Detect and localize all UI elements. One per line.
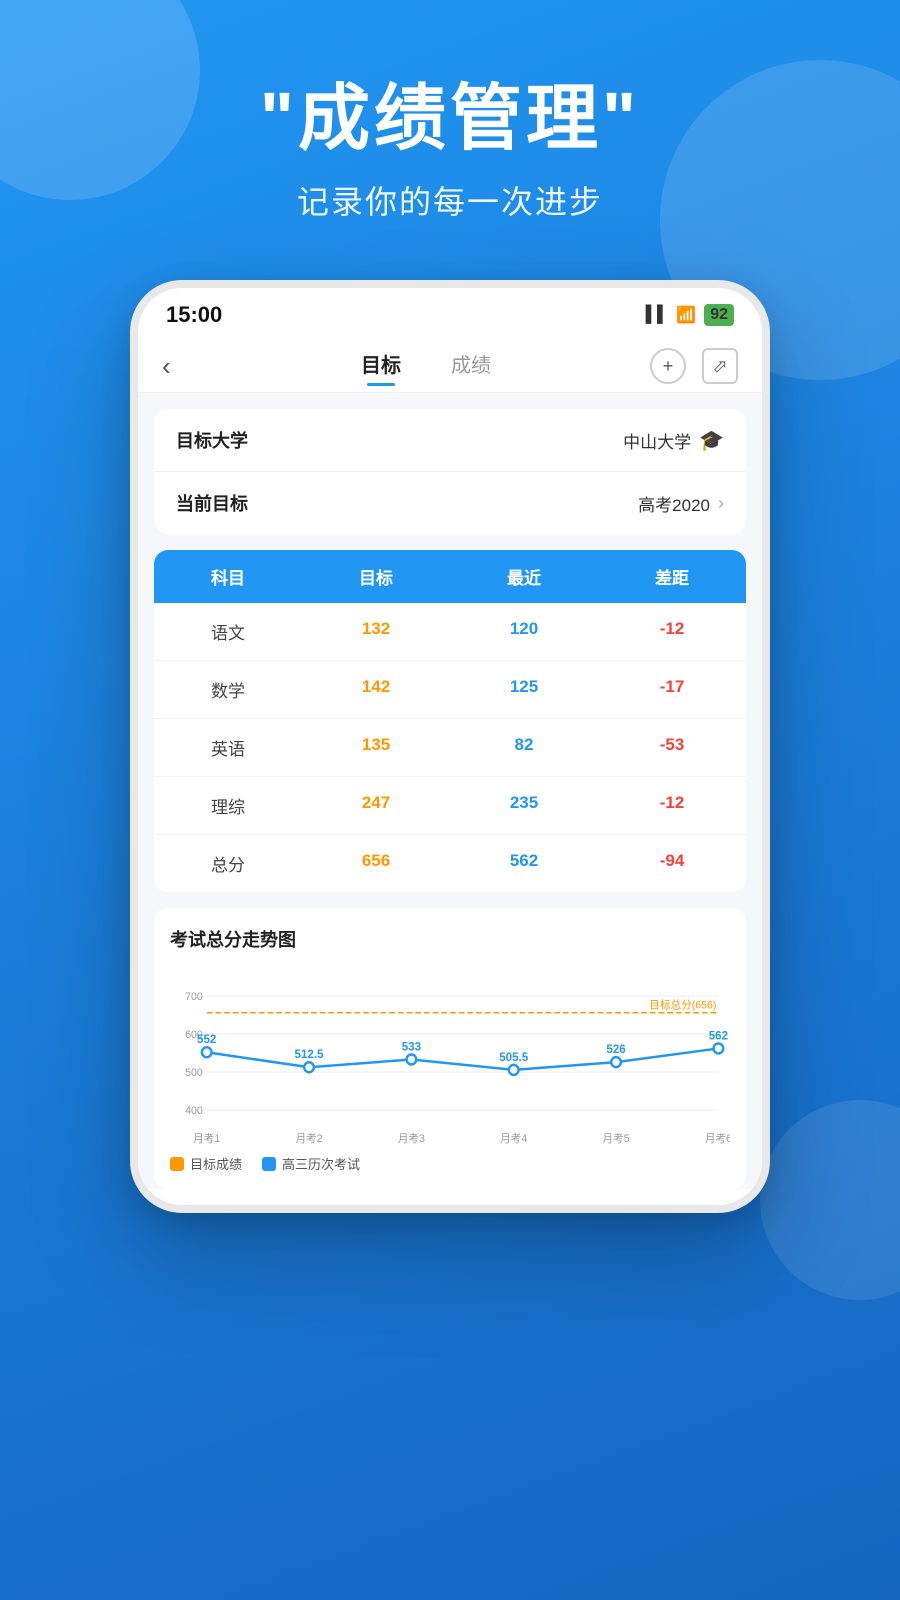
score-table: 科目 目标 最近 差距 语文 132 120 -12 数学 142 125 -1… bbox=[154, 550, 746, 892]
table-body: 语文 132 120 -12 数学 142 125 -17 英语 135 82 … bbox=[154, 603, 746, 892]
svg-text:505.5: 505.5 bbox=[499, 1051, 528, 1064]
phone-frame: 15:00 ▌▌ 📶 92 ‹ 目标 成绩 + ⬀ bbox=[130, 280, 770, 1213]
cell-diff: -12 bbox=[598, 793, 746, 818]
goal-row[interactable]: 当前目标 高考2020 › bbox=[154, 472, 746, 534]
svg-text:400: 400 bbox=[185, 1105, 203, 1117]
header-subject: 科目 bbox=[154, 564, 302, 589]
tab-target[interactable]: 目标 bbox=[361, 349, 401, 384]
svg-text:月考5: 月考5 bbox=[603, 1132, 630, 1145]
status-bar: 15:00 ▌▌ 📶 92 bbox=[138, 288, 762, 336]
status-time: 15:00 bbox=[166, 302, 222, 328]
legend-color bbox=[262, 1157, 276, 1171]
cell-recent: 125 bbox=[450, 677, 598, 702]
goal-value: 高考2020 › bbox=[638, 491, 724, 516]
share-button[interactable]: ⬀ bbox=[702, 348, 738, 384]
cell-target: 132 bbox=[302, 619, 450, 644]
hero-title: "成绩管理" bbox=[0, 80, 900, 159]
chevron-right-icon: › bbox=[718, 493, 724, 514]
add-button[interactable]: + bbox=[650, 348, 686, 384]
goal-name: 高考2020 bbox=[638, 491, 710, 516]
battery-indicator: 92 bbox=[704, 304, 734, 326]
status-icons: ▌▌ 📶 92 bbox=[646, 304, 734, 326]
legend-item: 目标成绩 bbox=[170, 1154, 242, 1173]
info-card: 目标大学 中山大学 🎓 当前目标 高考2020 › bbox=[154, 409, 746, 534]
chart-area: 400500600700目标总分(656)552月考1512.5月考2533月考… bbox=[170, 966, 730, 1146]
table-row: 语文 132 120 -12 bbox=[154, 603, 746, 661]
svg-text:552: 552 bbox=[197, 1033, 217, 1046]
cell-recent: 235 bbox=[450, 793, 598, 818]
university-icon: 🎓 bbox=[699, 428, 724, 453]
chart-svg: 400500600700目标总分(656)552月考1512.5月考2533月考… bbox=[170, 966, 730, 1146]
cell-diff: -17 bbox=[598, 677, 746, 702]
legend-item: 高三历次考试 bbox=[262, 1154, 360, 1173]
legend-label: 目标成绩 bbox=[190, 1154, 242, 1173]
cell-target: 656 bbox=[302, 851, 450, 876]
cell-diff: -53 bbox=[598, 735, 746, 760]
cell-recent: 562 bbox=[450, 851, 598, 876]
content-area: 目标大学 中山大学 🎓 当前目标 高考2020 › 科目 bbox=[138, 393, 762, 1189]
legend-color bbox=[170, 1157, 184, 1171]
svg-text:533: 533 bbox=[402, 1040, 422, 1053]
table-row: 理综 247 235 -12 bbox=[154, 777, 746, 835]
cell-recent: 120 bbox=[450, 619, 598, 644]
bg-decoration-3 bbox=[760, 1100, 900, 1300]
svg-text:500: 500 bbox=[185, 1067, 203, 1079]
nav-actions: + ⬀ bbox=[650, 348, 738, 384]
cell-recent: 82 bbox=[450, 735, 598, 760]
university-value: 中山大学 🎓 bbox=[623, 428, 724, 453]
chart-title: 考试总分走势图 bbox=[170, 926, 730, 952]
svg-text:月考6: 月考6 bbox=[705, 1132, 730, 1145]
cell-subject: 语文 bbox=[154, 619, 302, 644]
university-name: 中山大学 bbox=[623, 428, 691, 453]
header-diff: 差距 bbox=[598, 564, 746, 589]
cell-subject: 数学 bbox=[154, 677, 302, 702]
hero-section: "成绩管理" 记录你的每一次进步 bbox=[0, 80, 900, 223]
header-recent: 最近 bbox=[450, 564, 598, 589]
svg-text:526: 526 bbox=[606, 1043, 626, 1056]
university-row: 目标大学 中山大学 🎓 bbox=[154, 409, 746, 472]
university-label: 目标大学 bbox=[176, 427, 248, 453]
table-row: 总分 656 562 -94 bbox=[154, 835, 746, 892]
phone-mockup: 15:00 ▌▌ 📶 92 ‹ 目标 成绩 + ⬀ bbox=[130, 280, 770, 1213]
svg-text:月考4: 月考4 bbox=[500, 1132, 527, 1145]
back-button[interactable]: ‹ bbox=[162, 351, 202, 382]
wifi-icon: 📶 bbox=[676, 305, 696, 325]
legend-label: 高三历次考试 bbox=[282, 1154, 360, 1173]
chart-card: 考试总分走势图 400500600700目标总分(656)552月考1512.5… bbox=[154, 908, 746, 1189]
tab-score[interactable]: 成绩 bbox=[451, 349, 491, 384]
nav-bar: ‹ 目标 成绩 + ⬀ bbox=[138, 336, 762, 393]
table-row: 英语 135 82 -53 bbox=[154, 719, 746, 777]
hero-subtitle: 记录你的每一次进步 bbox=[0, 177, 900, 223]
svg-text:目标总分(656): 目标总分(656) bbox=[649, 998, 716, 1012]
svg-text:月考1: 月考1 bbox=[193, 1132, 220, 1145]
svg-text:月考3: 月考3 bbox=[398, 1132, 425, 1145]
cell-subject: 总分 bbox=[154, 851, 302, 876]
goal-label: 当前目标 bbox=[176, 490, 248, 516]
table-header: 科目 目标 最近 差距 bbox=[154, 550, 746, 603]
signal-icon: ▌▌ bbox=[646, 306, 669, 324]
cell-diff: -12 bbox=[598, 619, 746, 644]
svg-text:562: 562 bbox=[709, 1029, 729, 1042]
cell-diff: -94 bbox=[598, 851, 746, 876]
cell-target: 142 bbox=[302, 677, 450, 702]
svg-text:700: 700 bbox=[185, 991, 203, 1003]
table-row: 数学 142 125 -17 bbox=[154, 661, 746, 719]
svg-text:月考2: 月考2 bbox=[295, 1132, 322, 1145]
nav-tabs: 目标 成绩 bbox=[202, 349, 650, 384]
svg-text:512.5: 512.5 bbox=[295, 1048, 324, 1061]
cell-target: 247 bbox=[302, 793, 450, 818]
cell-subject: 英语 bbox=[154, 735, 302, 760]
cell-subject: 理综 bbox=[154, 793, 302, 818]
cell-target: 135 bbox=[302, 735, 450, 760]
header-target: 目标 bbox=[302, 564, 450, 589]
chart-legend: 目标成绩 高三历次考试 bbox=[170, 1154, 730, 1173]
